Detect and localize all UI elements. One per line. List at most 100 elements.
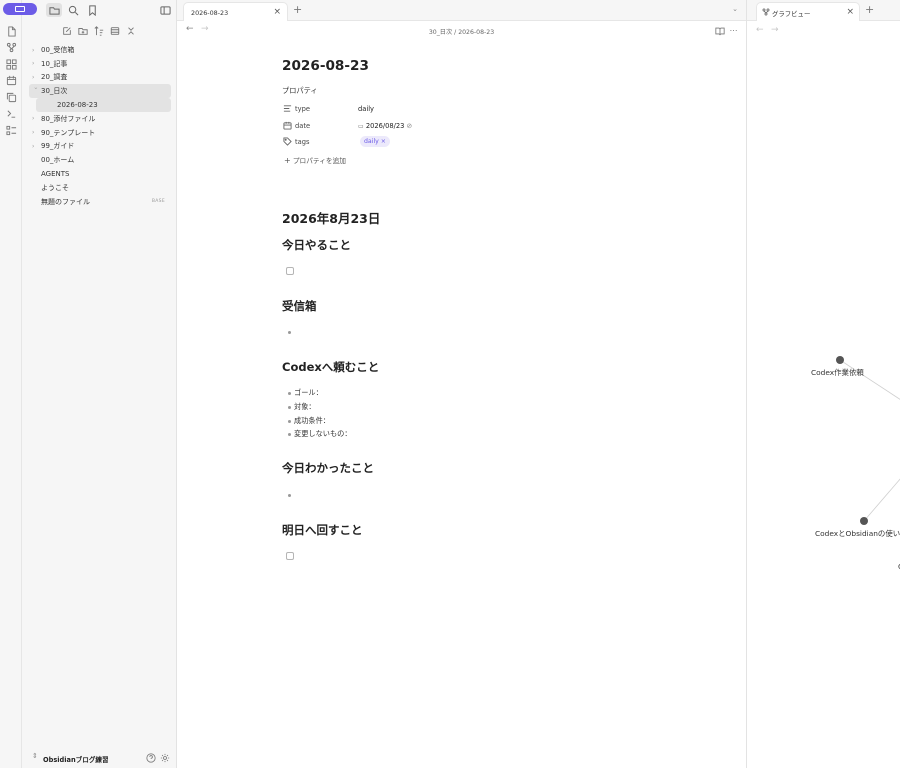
chevron-right-icon: › [32,129,35,137]
vault-switcher-icon[interactable] [3,3,37,15]
tree-item-label: 20_調査 [41,73,68,82]
graph-edge [839,359,900,400]
add-property-button[interactable]: + プロパティを追加 [284,155,346,165]
tree-item-label: 00_受信箱 [41,45,75,54]
property-name: date [295,122,311,130]
list-item[interactable]: 変更しないもの： [288,429,352,439]
vault-name[interactable]: Obsidianブログ練習 [43,754,109,764]
list-item-text: 成功条件： [294,416,330,425]
tree-folder-inbox[interactable]: › 00_受信箱 [29,43,171,57]
terminal-icon[interactable] [4,106,18,120]
tag-pill[interactable]: daily × [360,136,390,147]
tree-file-2026-08-23[interactable]: 2026-08-23 [36,98,171,112]
remove-tag-icon[interactable]: × [381,138,386,145]
file-tree: › 00_受信箱 › 10_記事 › 20_調査 › 30_日次 2026-08-23 … [29,43,171,209]
list-item[interactable]: ゴール： [288,388,323,398]
property-name: type [295,105,310,113]
sidebar-tab-header [22,0,177,21]
tree-folder-research[interactable]: › 20_調査 [29,71,171,85]
vault-switch-icon[interactable]: ⇕ [32,752,38,760]
editor-tab-bar: 2026-08-23 × + ⌄ [177,0,746,21]
graph-node-label[interactable]: Codex作業依頼 [811,367,864,378]
list-item[interactable]: 対象： [288,402,316,412]
tree-item-label: 30_日次 [41,87,68,96]
tree-file-agents[interactable]: AGENTS [29,167,171,181]
auto-reveal-icon[interactable] [108,24,122,38]
close-icon[interactable]: × [273,7,281,17]
tree-item-label: 無題のファイル [41,197,90,206]
help-icon[interactable] [145,752,156,763]
vault-footer: ⇕ Obsidianブログ練習 [22,748,177,768]
graph-icon[interactable] [4,40,18,54]
breadcrumb[interactable]: 30_日次 / 2026-08-23 [177,27,746,36]
calendar-small-icon: ▭ [358,123,364,130]
heading-learned[interactable]: 今日わかったこと [282,460,374,476]
toggle-sidebar-icon[interactable] [157,3,173,17]
date-value[interactable]: 2026/08/23 [366,122,405,130]
heading-today[interactable]: 今日やること [282,237,351,253]
task-checkbox[interactable] [286,552,294,560]
tree-file-untitled-base[interactable]: 無題のファイル BASE [29,195,171,209]
task-checkbox[interactable] [286,267,294,275]
tags-icon [282,136,292,146]
plus-icon: + [284,156,291,165]
files-tab-icon[interactable] [46,3,62,17]
list-item-text: 対象： [294,402,316,411]
tree-item-label: ようこそ [41,183,69,192]
chevron-right-icon: › [32,46,35,54]
tree-folder-daily[interactable]: › 30_日次 [29,84,171,99]
heading-inbox[interactable]: 受信箱 [282,298,317,314]
tag-label: daily [364,138,379,145]
tree-item-label: 99_ガイド [41,142,75,151]
heading-tomorrow[interactable]: 明日へ回すこと [282,522,363,538]
calendar-icon [282,120,292,130]
ribbon [0,0,22,768]
property-name: tags [295,138,310,146]
file-icon[interactable] [4,24,18,38]
tree-file-home[interactable]: 00_ホーム [29,153,171,167]
sort-icon[interactable] [92,24,106,38]
text-lines-icon [282,103,292,113]
bullet-point [288,331,291,334]
add-property-label: プロパティを追加 [292,157,346,165]
tree-item-label: 80_添付ファイル [41,114,96,123]
property-type[interactable]: type daily [282,103,482,115]
calendar-icon[interactable] [4,73,18,87]
properties-heading[interactable]: プロパティ [282,86,318,96]
property-value[interactable]: daily [358,105,374,113]
copy-icon[interactable] [4,90,18,104]
more-options-icon[interactable]: ⋯ [728,25,739,36]
file-explorer-sidebar: › 00_受信箱 › 10_記事 › 20_調査 › 30_日次 2026-08-23 … [22,0,177,768]
search-tab-icon[interactable] [65,3,81,17]
collapse-all-icon[interactable] [124,24,138,38]
property-date[interactable]: date ▭ 2026/08/23 ⊘ [282,120,482,132]
chevron-right-icon: › [32,115,35,123]
new-folder-icon[interactable] [76,24,90,38]
link-icon[interactable]: ⊘ [407,122,413,130]
bases-icon[interactable] [4,123,18,137]
property-value[interactable]: ▭ 2026/08/23 ⊘ [358,122,412,130]
graph-canvas[interactable] [747,0,900,768]
list-item-text: ゴール： [294,388,323,397]
tree-folder-guide[interactable]: › 99_ガイド [29,140,171,154]
tree-folder-articles[interactable]: › 10_記事 [29,57,171,71]
new-note-icon[interactable] [60,24,74,38]
tab-list-chevron-icon[interactable]: ⌄ [732,5,738,13]
property-tags[interactable]: tags daily × [282,136,482,148]
chevron-right-icon: › [32,74,35,82]
settings-gear-icon[interactable] [159,752,170,763]
heading-codex[interactable]: Codexへ頼むこと [282,359,379,375]
tree-item-label: AGENTS [41,170,70,179]
tree-folder-templates[interactable]: › 90_テンプレート [29,126,171,140]
heading-date[interactable]: 2026年8月23日 [282,208,380,227]
list-item[interactable]: 成功条件： [288,416,330,426]
bookmark-tab-icon[interactable] [84,3,100,17]
canvas-icon[interactable] [4,57,18,71]
tab-2026-08-23[interactable]: 2026-08-23 × [183,2,288,21]
graph-node-label[interactable]: CodexとObsidianの使い [815,528,900,539]
tree-file-welcome[interactable]: ようこそ [29,181,171,195]
tree-folder-attachments[interactable]: › 80_添付ファイル [29,112,171,126]
note-title[interactable]: 2026-08-23 [282,58,369,74]
new-tab-icon[interactable]: + [293,3,302,16]
reading-view-icon[interactable] [714,25,725,36]
